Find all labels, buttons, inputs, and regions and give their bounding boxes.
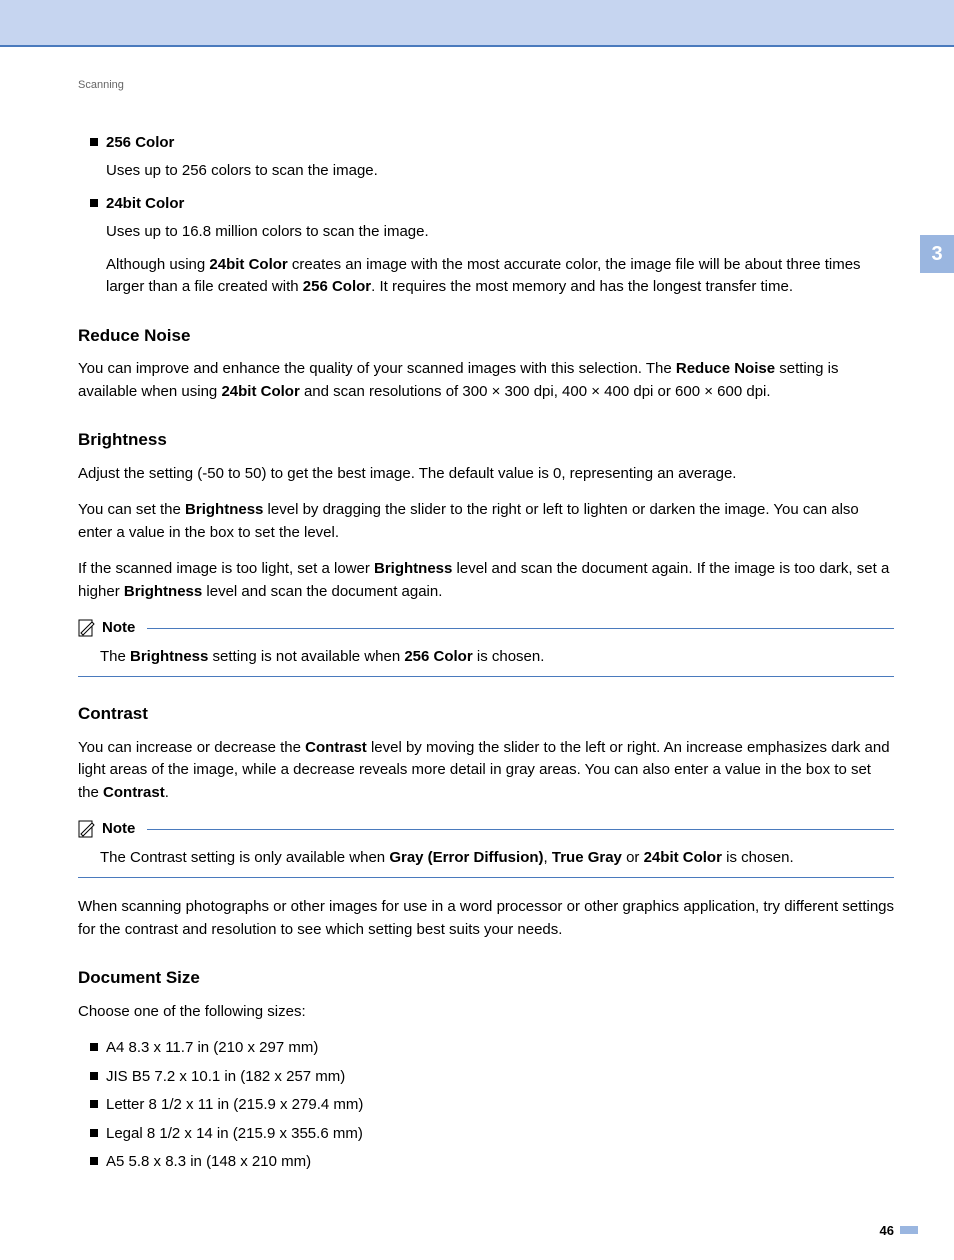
text: The Contrast setting is only available w… (100, 849, 389, 866)
note-close-line (78, 676, 894, 677)
header-band (0, 0, 954, 45)
text: The (100, 648, 130, 665)
bullet-256-color: 256 Color (90, 132, 894, 155)
brightness-p3: If the scanned image is too light, set a… (78, 558, 894, 603)
reduce-noise-body: You can improve and enhance the quality … (78, 358, 894, 403)
page-number: 46 (880, 1223, 894, 1238)
list-item: Legal 8 1/2 x 14 in (215.9 x 355.6 mm) (90, 1123, 894, 1146)
brightness-p1: Adjust the setting (-50 to 50) to get th… (78, 463, 894, 486)
brightness-p2: You can set the Brightness level by drag… (78, 499, 894, 544)
document-size-intro: Choose one of the following sizes: (78, 1001, 894, 1024)
text-bold: 256 Color (404, 648, 472, 665)
chapter-tab: 3 (920, 235, 954, 273)
heading-reduce-noise: Reduce Noise (78, 323, 894, 349)
text: You can improve and enhance the quality … (78, 360, 676, 377)
text: . It requires the most memory and has th… (371, 278, 793, 295)
contrast-p1: You can increase or decrease the Contras… (78, 737, 894, 805)
heading-document-size: Document Size (78, 965, 894, 991)
text: and scan resolutions of 300 × 300 dpi, 4… (300, 383, 771, 400)
bullet-icon (90, 1072, 98, 1080)
text: If the scanned image is too light, set a… (78, 560, 374, 577)
size-text: Letter 8 1/2 x 11 in (215.9 x 279.4 mm) (106, 1096, 363, 1113)
bullet-icon (90, 1100, 98, 1108)
text-bold: 24bit Color (644, 849, 722, 866)
list-item: A5 5.8 x 8.3 in (148 x 210 mm) (90, 1151, 894, 1174)
text: is chosen. (722, 849, 794, 866)
bullet-icon (90, 138, 98, 146)
text-bold: 24bit Color (209, 256, 287, 273)
bullet-24bit-color: 24bit Color (90, 193, 894, 216)
text-bold: 24bit Color (221, 383, 299, 400)
heading-contrast: Contrast (78, 701, 894, 727)
note-icon (78, 820, 96, 838)
text-bold: Contrast (305, 739, 367, 756)
note-label: Note (102, 617, 135, 640)
bullet-label: 24bit Color (106, 195, 184, 212)
text-bold: True Gray (552, 849, 622, 866)
contrast-after: When scanning photographs or other image… (78, 896, 894, 941)
text-bold: Brightness (124, 583, 202, 600)
page-mark-icon (900, 1226, 918, 1234)
text: You can set the (78, 501, 185, 518)
size-text: A5 5.8 x 8.3 in (148 x 210 mm) (106, 1153, 311, 1170)
text-bold: Gray (Error Diffusion) (389, 849, 543, 866)
text-bold: Brightness (185, 501, 263, 518)
bullet-24bit-desc2: Although using 24bit Color creates an im… (106, 254, 894, 299)
heading-brightness: Brightness (78, 427, 894, 453)
text: . (165, 784, 169, 801)
note-line (147, 829, 894, 830)
text-bold: Brightness (374, 560, 452, 577)
list-item: Letter 8 1/2 x 11 in (215.9 x 279.4 mm) (90, 1094, 894, 1117)
document-size-list: A4 8.3 x 11.7 in (210 x 297 mm) JIS B5 7… (78, 1037, 894, 1174)
list-item: JIS B5 7.2 x 10.1 in (182 x 257 mm) (90, 1066, 894, 1089)
note-body-brightness: The Brightness setting is not available … (100, 646, 894, 669)
size-text: JIS B5 7.2 x 10.1 in (182 x 257 mm) (106, 1068, 345, 1085)
text: or (622, 849, 644, 866)
page-content: 3 Scanning 256 Color Uses up to 256 colo… (0, 47, 954, 1220)
bullet-icon (90, 1043, 98, 1051)
text-bold: Brightness (130, 648, 208, 665)
text: , (544, 849, 552, 866)
text-bold: 256 Color (303, 278, 371, 295)
breadcrumb: Scanning (78, 77, 894, 94)
size-text: Legal 8 1/2 x 14 in (215.9 x 355.6 mm) (106, 1125, 363, 1142)
bullet-icon (90, 199, 98, 207)
note-body-contrast: The Contrast setting is only available w… (100, 847, 894, 870)
text: You can increase or decrease the (78, 739, 305, 756)
note-label: Note (102, 818, 135, 841)
note-header: Note (78, 818, 894, 841)
bullet-icon (90, 1129, 98, 1137)
text: is chosen. (473, 648, 545, 665)
list-item: A4 8.3 x 11.7 in (210 x 297 mm) (90, 1037, 894, 1060)
text: Although using (106, 256, 209, 273)
text: setting is not available when (208, 648, 404, 665)
text: level and scan the document again. (202, 583, 442, 600)
size-text: A4 8.3 x 11.7 in (210 x 297 mm) (106, 1039, 318, 1056)
page-footer: 46 (0, 1220, 954, 1260)
note-icon (78, 619, 96, 637)
text-bold: Contrast (103, 784, 165, 801)
bullet-label: 256 Color (106, 134, 174, 151)
note-line (147, 628, 894, 629)
note-header: Note (78, 617, 894, 640)
note-close-line (78, 877, 894, 878)
bullet-256-desc: Uses up to 256 colors to scan the image. (106, 160, 894, 183)
text-bold: Reduce Noise (676, 360, 775, 377)
bullet-24bit-desc1: Uses up to 16.8 million colors to scan t… (106, 221, 894, 244)
bullet-icon (90, 1157, 98, 1165)
